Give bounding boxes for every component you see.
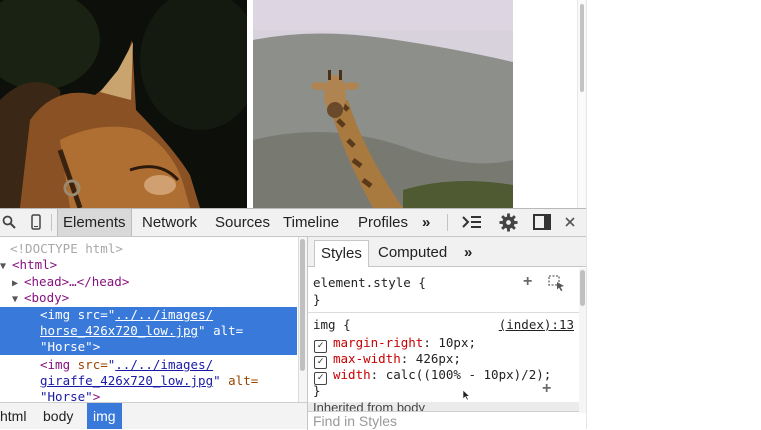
dom-head-node[interactable]: ▶ <head>…</head> [12, 274, 129, 290]
breadcrumb-html[interactable]: html [0, 403, 32, 429]
tab-profiles[interactable]: Profiles [358, 209, 408, 236]
search-icon[interactable] [0, 213, 18, 231]
element-style-selector[interactable]: element.style { [313, 275, 426, 291]
property-name[interactable]: width [333, 367, 371, 382]
declaration-row[interactable]: ✓ width: calc((100% - 10px)/2); [314, 367, 552, 385]
more-sidebar-tabs-button[interactable]: » [458, 240, 478, 266]
styles-scrollbar[interactable] [579, 268, 586, 413]
new-style-rule-icon[interactable]: + [523, 273, 532, 291]
src-link-filename[interactable]: giraffe_426x720_low.jpg [40, 373, 213, 388]
dom-scrollbar[interactable] [298, 237, 307, 402]
src-link-filename[interactable]: horse_426x720_low.jpg [40, 323, 198, 338]
more-tabs-button[interactable]: » [422, 209, 430, 236]
property-value[interactable]: calc((100% - 10px)/2); [386, 367, 552, 382]
tag-close: > [92, 339, 101, 354]
dom-img2-node-cont[interactable]: giraffe_426x720_low.jpg" alt= [40, 373, 258, 389]
dom-img-node-selected[interactable]: <img src= "../../images/ horse_426x720_lo… [0, 307, 297, 355]
alt-attr: alt= [220, 373, 259, 388]
img-rule-selector[interactable]: img { [313, 317, 351, 333]
tab-elements[interactable]: Elements [57, 209, 132, 236]
img-rule-close: } [313, 383, 321, 398]
styles-sidebar: Styles Computed » element.style { + } im… [307, 237, 586, 430]
dom-img2-node-end[interactable]: "Horse"> [40, 389, 100, 402]
alt-attr: alt= [205, 323, 244, 338]
body-tag-text: <body> [24, 290, 70, 305]
tab-network[interactable]: Network [142, 209, 197, 236]
dom-html-node[interactable]: ▼ <html> [0, 257, 57, 273]
page-viewport [0, 0, 586, 208]
devtools-toolbar: Elements Network Sources Timeline Profil… [0, 209, 586, 237]
tab-styles[interactable]: Styles [314, 240, 369, 267]
blank-area [586, 0, 761, 429]
sidebar-tabs: Styles Computed » [308, 237, 586, 267]
toolbar-separator [447, 214, 448, 231]
breadcrumb: html body img [0, 402, 307, 429]
property-value[interactable]: 426px; [416, 351, 461, 366]
add-property-icon[interactable]: + [542, 380, 551, 398]
breadcrumb-img[interactable]: img [87, 403, 122, 429]
devtools-panel: Elements Network Sources Timeline Profil… [0, 208, 586, 430]
horse-image[interactable] [0, 0, 247, 208]
property-name[interactable]: margin-right [333, 335, 423, 350]
src-attr: src= [77, 307, 108, 322]
dom-scrollbar-thumb[interactable] [300, 239, 305, 371]
colon: : [423, 335, 439, 350]
declaration-row[interactable]: ✓ margin-right: 10px; [314, 335, 476, 353]
settings-gear-icon[interactable] [498, 212, 518, 232]
rule-source-link[interactable]: (index):13 [499, 317, 574, 333]
tab-timeline[interactable]: Timeline [283, 209, 339, 236]
dom-tree: <!DOCTYPE html> ▼ <html> ▶ <head>…</head> … [0, 237, 307, 402]
property-value[interactable]: 10px; [438, 335, 476, 350]
img-tag-text: <img [40, 357, 78, 372]
breadcrumb-body[interactable]: body [37, 403, 79, 429]
src-link[interactable]: ../../images/ [115, 357, 213, 372]
head-tag-text: <head>…</head> [24, 274, 130, 289]
find-in-styles-input[interactable]: Find in Styles [308, 411, 586, 430]
device-mode-icon[interactable] [28, 213, 44, 231]
colon: : [370, 367, 386, 382]
dock-side-icon[interactable] [531, 213, 553, 231]
tab-sources[interactable]: Sources [215, 209, 270, 236]
property-name[interactable]: max-width [333, 351, 401, 366]
src-attr: src= [77, 357, 108, 372]
declaration-row[interactable]: ✓ max-width: 426px; [314, 351, 461, 369]
tab-computed[interactable]: Computed [372, 240, 453, 266]
alt-value: "Horse" [40, 339, 93, 354]
doctype-text: <!DOCTYPE html> [10, 241, 123, 256]
quote: " [213, 373, 221, 388]
page-scrollbar-thumb[interactable] [580, 4, 584, 92]
alt-value: "Horse" [40, 389, 93, 402]
html-tag-text: <html> [12, 257, 58, 272]
console-drawer-icon[interactable] [461, 213, 483, 231]
element-style-close: } [313, 292, 321, 307]
quote: " [198, 323, 206, 338]
close-icon[interactable] [563, 213, 577, 231]
colon: : [400, 351, 416, 366]
rule-divider [308, 312, 579, 313]
dom-img2-node[interactable]: <img src="../../images/ [40, 357, 213, 373]
giraffe-image[interactable] [253, 0, 513, 208]
dom-doctype[interactable]: <!DOCTYPE html> [10, 241, 123, 257]
dom-body-node[interactable]: ▼ <body> [12, 290, 69, 306]
page-scrollbar[interactable] [577, 0, 586, 208]
expand-triangle-icon[interactable]: ▼ [12, 292, 24, 308]
tag-close: > [92, 389, 101, 402]
src-link[interactable]: ../../images/ [115, 307, 213, 322]
toolbar-separator [51, 214, 52, 231]
styles-scrollbar-thumb[interactable] [580, 270, 585, 306]
img-tag-text: <img [40, 307, 78, 322]
element-state-icon[interactable] [548, 275, 566, 295]
expand-triangle-icon[interactable]: ▼ [0, 259, 12, 275]
